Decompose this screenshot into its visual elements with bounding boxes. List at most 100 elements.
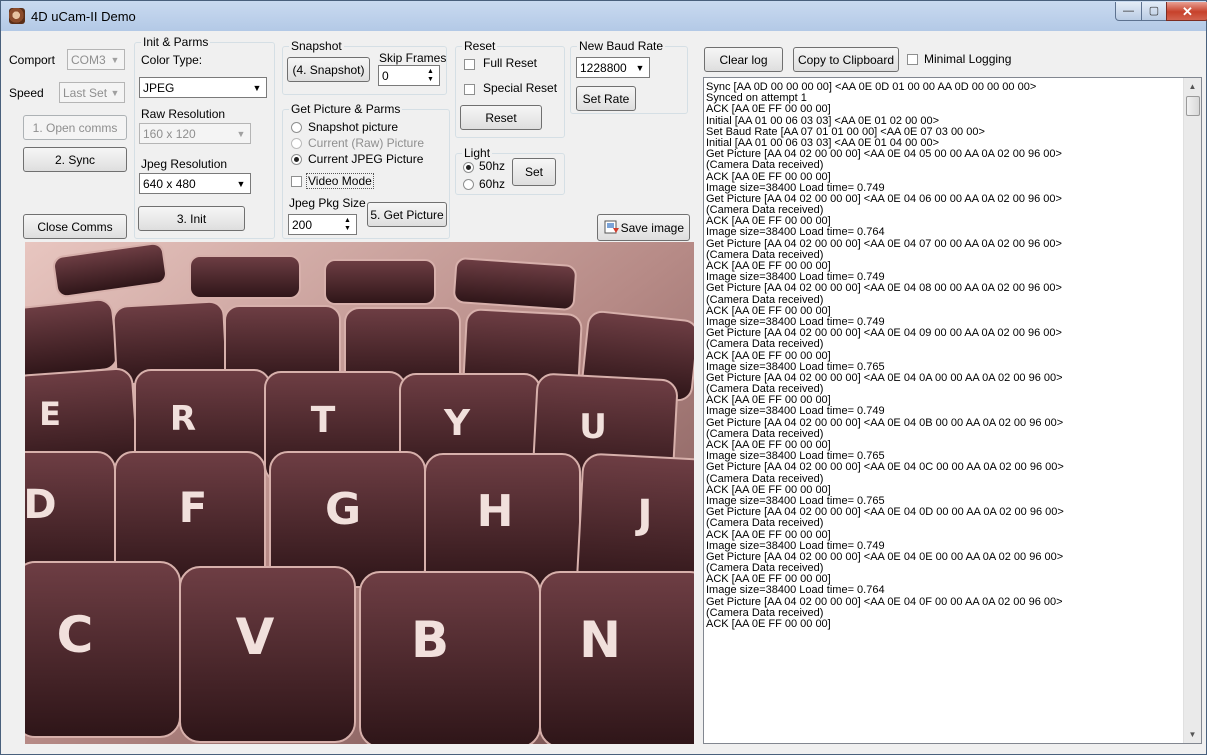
window-title: 4D uCam-II Demo [31,9,136,24]
key-label: F [179,483,208,532]
log-line: ACK [AA 0E FF 00 00 00] [706,529,831,541]
radio-raw-picture[interactable] [291,138,302,149]
raw-resolution-select[interactable]: 160 x 120 ▼ [139,123,251,144]
log-textarea[interactable]: Sync [AA 0D 00 00 00 00] <AA 0E 0D 01 00… [703,77,1202,744]
stepper-arrows-icon[interactable]: ▲ ▼ [423,67,438,84]
set-rate-button[interactable]: Set Rate [576,86,636,111]
key-label: T [311,400,336,441]
copy-to-clipboard-button[interactable]: Copy to Clipboard [793,47,899,72]
log-line: Set Baud Rate [AA 07 01 01 00 00] <AA 0E… [706,126,985,138]
log-line: (Camera Data received) [706,473,824,485]
color-type-value: JPEG [143,81,175,95]
log-line: ACK [AA 0E FF 00 00 00] [706,574,831,586]
log-line: ACK [AA 0E FF 00 00 00] [706,440,831,451]
log-scrollbar[interactable]: ▲ ▼ [1183,78,1201,743]
log-line: Get Picture [AA 04 02 00 00 00] <AA 0E 0… [706,238,1062,250]
scroll-thumb[interactable] [1186,96,1200,116]
log-line: ACK [AA 0E FF 00 00 00] [706,104,831,116]
init-parms-title: Init & Parms [141,35,211,49]
skip-frames-stepper[interactable]: 0 ▲ ▼ [378,65,440,86]
log-line: ACK [AA 0E FF 00 00 00] [706,350,831,362]
log-line: (Camera Data received) [706,160,824,172]
speed-select[interactable]: Last Set ▼ [59,82,125,103]
reset-button[interactable]: Reset [460,105,542,130]
log-line: (Camera Data received) [706,428,824,440]
log-line: Image size=38400 Load time= 0.765 [706,451,885,463]
minimize-button[interactable]: — [1115,2,1142,21]
radio-snapshot-label: Snapshot picture [308,120,399,134]
key-label: E [39,395,61,433]
scroll-up-icon[interactable]: ▲ [1184,78,1201,95]
reset-title: Reset [462,39,498,53]
open-comms-button[interactable]: 1. Open comms [23,115,127,140]
log-line: Get Picture [AA 04 02 00 00 00] <AA 0E 0… [706,193,1062,205]
log-line: Get Picture [AA 04 02 00 00 00] <AA 0E 0… [706,149,1062,161]
radio-50hz-label: 50hz [479,159,506,173]
baud-rate-select[interactable]: 1228800 ▼ [576,57,650,78]
full-reset-checkbox[interactable] [464,59,475,70]
minimal-logging-label: Minimal Logging [924,52,1012,66]
close-icon: ✕ [1182,3,1193,19]
minimal-logging-checkbox[interactable] [907,54,918,65]
close-comms-button[interactable]: Close Comms [23,214,127,239]
minimize-icon: — [1123,4,1134,17]
log-line: ACK [AA 0E FF 00 00 00] [706,261,831,272]
color-type-select[interactable]: JPEG ▼ [139,77,267,98]
save-image-icon [604,220,619,234]
app-icon [9,8,25,24]
log-line: Get Picture [AA 04 02 00 00 00] <AA 0E 0… [706,372,1063,384]
key-label: J [635,492,653,538]
save-image-label: Save image [620,220,684,235]
log-line: Image size=38400 Load time= 0.749 [706,182,885,194]
raw-resolution-value: 160 x 120 [143,127,196,141]
light-title: Light [462,146,493,160]
baud-rate-value: 1228800 [580,61,627,75]
log-line: (Camera Data received) [706,518,824,530]
speed-value: Last Set [63,86,108,100]
log-line: Image size=38400 Load time= 0.749 [706,316,885,328]
maximize-icon: ▢ [1148,4,1160,17]
init-button[interactable]: 3. Init [138,206,245,231]
radio-60hz[interactable] [463,179,474,190]
key-label: N [579,611,621,669]
keyboard-photo: E R T Y U D F G H J C V B N [25,242,694,744]
log-line: Image size=38400 Load time= 0.749 [706,540,885,552]
close-window-button[interactable]: ✕ [1166,2,1207,21]
chevron-down-icon: ▼ [635,62,645,73]
chevron-down-icon: ▼ [110,54,120,65]
title-bar[interactable]: 4D uCam-II Demo — ▢ ✕ [1,1,1207,31]
comport-select[interactable]: COM3 ▼ [67,49,125,70]
log-line: (Camera Data received) [706,339,824,351]
log-line: (Camera Data received) [706,205,824,217]
stepper-arrows-icon[interactable]: ▲ ▼ [340,216,355,233]
log-line: ACK [AA 0E FF 00 00 00] [706,171,831,183]
log-line: Get Picture [AA 04 02 00 00 00] <AA 0E 0… [706,283,1062,295]
log-line: Image size=38400 Load time= 0.764 [706,227,885,239]
special-reset-checkbox[interactable] [464,84,475,95]
log-line: Image size=38400 Load time= 0.749 [706,272,885,284]
scroll-down-icon[interactable]: ▼ [1184,726,1201,743]
key-label: Y [443,403,471,444]
jpeg-pkg-label: Jpeg Pkg Size [289,196,366,210]
radio-snapshot-picture[interactable] [291,122,302,133]
maximize-button[interactable]: ▢ [1141,2,1167,21]
log-line: Initial [AA 01 00 06 03 03] <AA 0E 01 02… [706,115,940,127]
log-line: ACK [AA 0E FF 00 00 00] [706,484,831,496]
video-mode-checkbox[interactable] [291,176,302,187]
jpeg-resolution-select[interactable]: 640 x 480 ▼ [139,173,251,194]
chevron-down-icon: ▼ [110,87,120,98]
set-light-button[interactable]: Set [512,158,556,186]
radio-jpeg-picture[interactable] [291,154,302,165]
radio-60hz-label: 60hz [479,177,506,191]
snapshot-button[interactable]: (4. Snapshot) [287,57,370,82]
log-line: Image size=38400 Load time= 0.764 [706,585,885,597]
video-mode-label: Video Mode [306,173,374,189]
clear-log-button[interactable]: Clear log [704,47,783,72]
color-type-label: Color Type: [141,53,203,67]
jpeg-pkg-stepper[interactable]: 200 ▲ ▼ [288,214,357,235]
log-line: (Camera Data received) [706,294,824,306]
jpeg-resolution-label: Jpeg Resolution [141,157,228,171]
get-picture-button[interactable]: 5. Get Picture [367,202,447,227]
sync-button[interactable]: 2. Sync [23,147,127,172]
radio-50hz[interactable] [463,162,474,173]
